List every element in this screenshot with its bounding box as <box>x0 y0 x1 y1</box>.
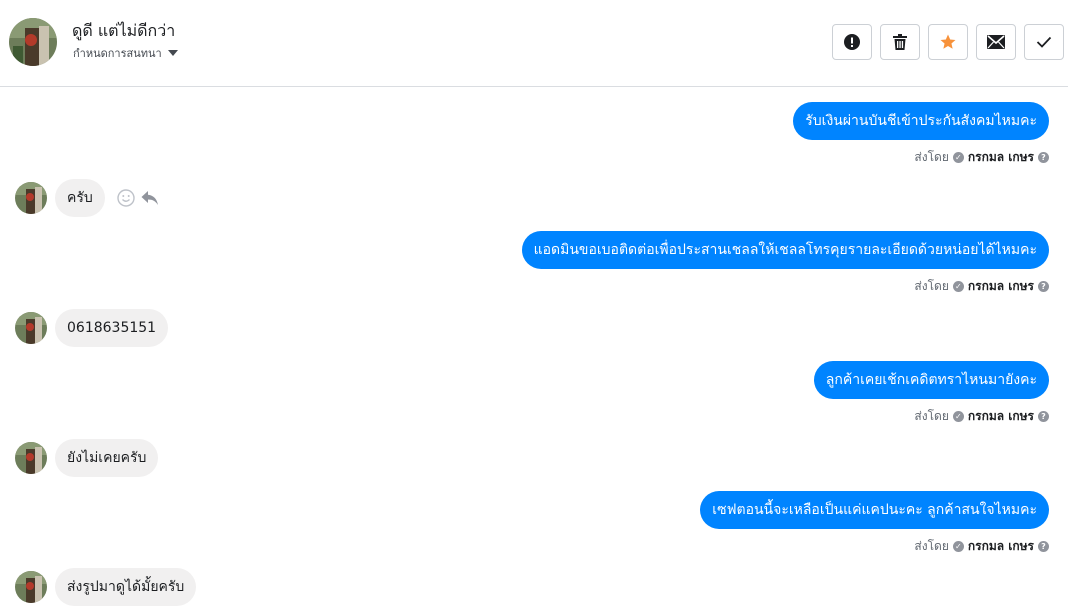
caret-down-icon <box>167 50 178 56</box>
incoming-message[interactable]: ส่งรูปมาดูได้มั้ยครับ <box>55 568 197 606</box>
help-icon[interactable]: ? <box>1038 281 1049 292</box>
incoming-message[interactable]: 0618635151 <box>55 309 169 347</box>
mark-spam-button[interactable] <box>832 24 872 60</box>
assign-conversation-label: กำหนดการสนทนา <box>73 47 162 60</box>
incoming-message-row: 0618635151 <box>15 309 169 347</box>
incoming-message[interactable]: ครับ <box>55 179 105 217</box>
incoming-message-row: ยังไม่เคยครับ <box>15 439 159 477</box>
sent-by-prefix: ส่งโดย <box>914 150 949 164</box>
reply-icon[interactable] <box>141 190 159 206</box>
star-icon <box>940 34 956 49</box>
mark-done-button[interactable] <box>1024 24 1064 60</box>
message-thread[interactable]: รับเงินผ่านบันชีเข้าประกันสังคมไหมคะ ส่ง… <box>0 88 1068 614</box>
help-icon[interactable]: ? <box>1038 541 1049 552</box>
sent-by-prefix: ส่งโดย <box>914 279 949 293</box>
sent-by-line: ส่งโดย ✓ กรกมล เกษร ? <box>914 148 1049 167</box>
help-icon[interactable]: ? <box>1038 152 1049 163</box>
outgoing-message[interactable]: เซฟตอนนี้จะเหลือเป็นแค่แคปนะคะ ลูกค้าสนใ… <box>700 491 1049 529</box>
star-button[interactable] <box>928 24 968 60</box>
contact-avatar-small[interactable] <box>15 312 47 344</box>
incoming-message-row: ครับ <box>15 179 159 217</box>
outgoing-message[interactable]: รับเงินผ่านบันชีเข้าประกันสังคมไหมคะ <box>793 102 1049 140</box>
contact-avatar-small[interactable] <box>15 182 47 214</box>
sent-by-line: ส่งโดย ✓ กรกมล เกษร ? <box>914 537 1049 556</box>
verified-check-icon: ✓ <box>952 411 964 422</box>
contact-name: ดูดี แต่ไม่ดีกว่า <box>72 21 176 40</box>
message-hover-tools <box>117 189 159 207</box>
assign-conversation-dropdown[interactable]: กำหนดการสนทนา <box>73 44 178 62</box>
conversation-header: ดูดี แต่ไม่ดีกว่า กำหนดการสนทนา <box>0 0 1068 87</box>
outgoing-message[interactable]: แอดมินขอเบอติดต่อเพื่อประสานเชลลให้เชลลโ… <box>521 231 1049 269</box>
sent-by-name: กรกมล เกษร <box>967 150 1034 164</box>
envelope-icon <box>987 35 1005 49</box>
sent-by-line: ส่งโดย ✓ กรกมล เกษร ? <box>914 277 1049 296</box>
sent-by-name: กรกมล เกษร <box>967 409 1034 423</box>
trash-icon <box>893 34 907 50</box>
help-icon[interactable]: ? <box>1038 411 1049 422</box>
contact-avatar[interactable] <box>9 18 57 66</box>
sent-by-name: กรกมล เกษร <box>967 279 1034 293</box>
outgoing-message[interactable]: ลูกค้าเคยเช้กเคดิตทราไหนมายังคะ <box>813 361 1049 399</box>
mark-unread-button[interactable] <box>976 24 1016 60</box>
incoming-message[interactable]: ยังไม่เคยครับ <box>55 439 159 477</box>
contact-avatar-small[interactable] <box>15 571 47 603</box>
sent-by-name: กรกมล เกษร <box>967 539 1034 553</box>
delete-button[interactable] <box>880 24 920 60</box>
sent-by-line: ส่งโดย ✓ กรกมล เกษร ? <box>914 407 1049 426</box>
header-actions <box>832 24 1064 60</box>
verified-check-icon: ✓ <box>952 281 964 292</box>
exclamation-circle-icon <box>844 34 860 50</box>
contact-avatar-small[interactable] <box>15 442 47 474</box>
verified-check-icon: ✓ <box>952 541 964 552</box>
verified-check-icon: ✓ <box>952 152 964 163</box>
emoji-react-icon[interactable] <box>117 189 135 207</box>
sent-by-prefix: ส่งโดย <box>914 539 949 553</box>
sent-by-prefix: ส่งโดย <box>914 409 949 423</box>
checkmark-icon <box>1036 36 1052 48</box>
incoming-message-row: ส่งรูปมาดูได้มั้ยครับ <box>15 568 197 606</box>
